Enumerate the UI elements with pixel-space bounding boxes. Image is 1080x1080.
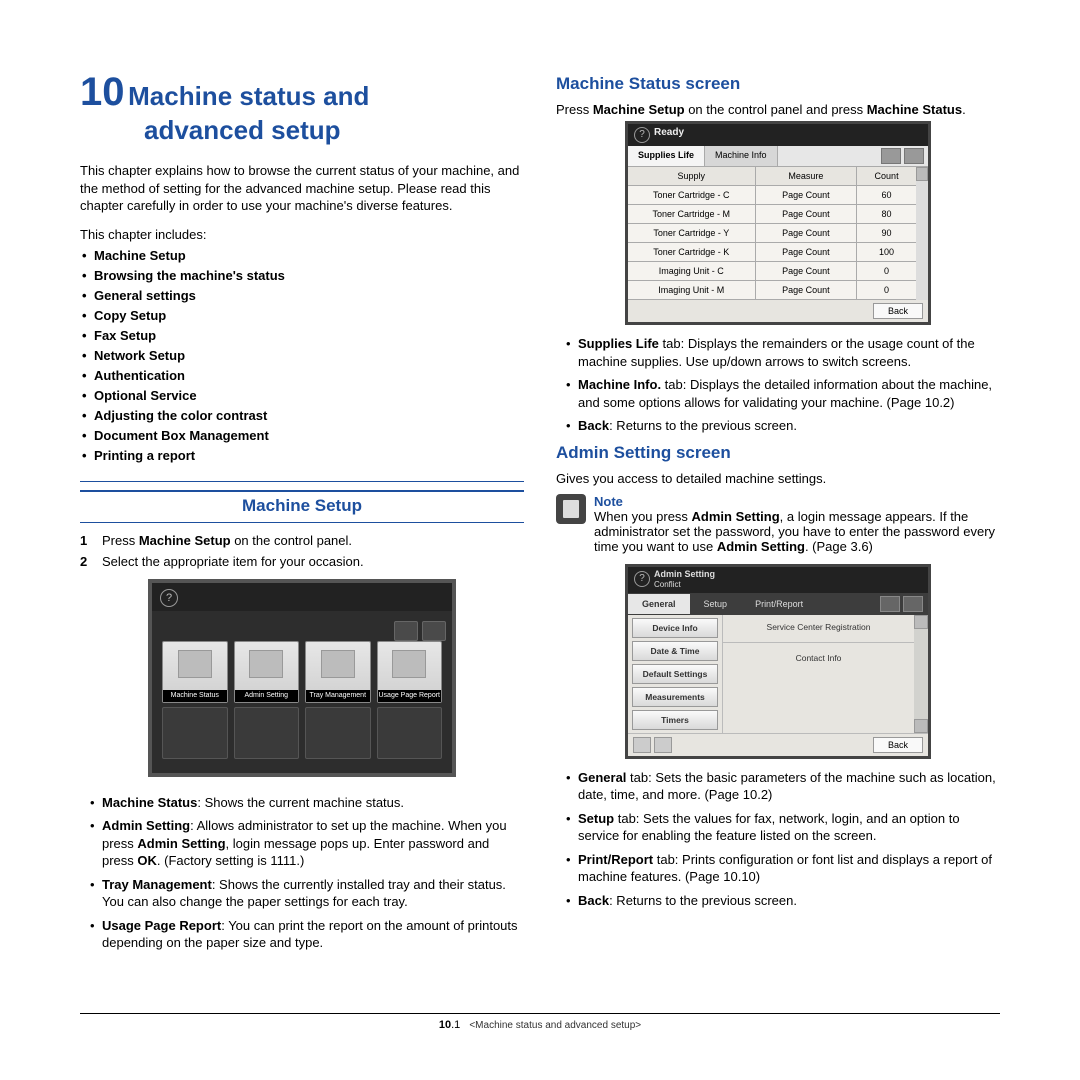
table-row: Toner Cartridge - KPage Count100 xyxy=(628,243,916,262)
footer-buttons xyxy=(633,737,672,753)
side-timers: Timers xyxy=(632,710,718,730)
scrollbar xyxy=(914,615,928,733)
toc-item[interactable]: Adjusting the color contrast xyxy=(94,408,524,423)
list-item: Machine Status: Shows the current machin… xyxy=(102,794,524,812)
machine-setup-bullets: Machine Status: Shows the current machin… xyxy=(80,794,524,952)
help-icon: ? xyxy=(634,127,650,143)
steps-list: 1 Press Machine Setup on the control pan… xyxy=(80,533,524,569)
toc-item[interactable]: Browsing the machine's status xyxy=(94,268,524,283)
status-ready: Ready xyxy=(654,127,684,138)
note-title: Note xyxy=(594,494,1000,509)
help-icon: ? xyxy=(634,571,650,587)
list-item: Usage Page Report: You can print the rep… xyxy=(102,917,524,952)
toc-item[interactable]: Authentication xyxy=(94,368,524,383)
chapter-intro: This chapter explains how to browse the … xyxy=(80,162,524,215)
step-1: 1 Press Machine Setup on the control pan… xyxy=(102,533,524,548)
tile-machine-status: Machine Status xyxy=(162,641,228,703)
admin-setting-screenshot: ? Admin Setting Conflict General Setup P… xyxy=(625,564,931,759)
table-row: Toner Cartridge - MPage Count80 xyxy=(628,205,916,224)
list-item: Setup tab: Sets the values for fax, netw… xyxy=(578,810,1000,845)
note-block: Note When you press Admin Setting, a log… xyxy=(556,494,1000,554)
side-default-settings: Default Settings xyxy=(632,664,718,684)
page-number-major: 10 xyxy=(439,1019,451,1031)
tile-tray-management: Tray Management xyxy=(305,641,371,703)
admin-title: Admin Setting xyxy=(654,569,715,579)
list-item: Supplies Life tab: Displays the remainde… xyxy=(578,335,1000,370)
page-footer: 10.1 <Machine status and advanced setup> xyxy=(80,1013,1000,1031)
scrollbar xyxy=(916,167,928,300)
toc-item[interactable]: Copy Setup xyxy=(94,308,524,323)
tile-usage-report: Usage Page Report xyxy=(377,641,443,703)
page-number-minor: .1 xyxy=(451,1019,460,1031)
section-heading: Machine Setup xyxy=(80,490,524,516)
admin-item: Service Center Registration xyxy=(723,618,914,636)
side-date-time: Date & Time xyxy=(632,641,718,661)
chapter-name-l2: advanced setup xyxy=(144,115,341,145)
toc-item[interactable]: Network Setup xyxy=(94,348,524,363)
header-buttons xyxy=(875,593,928,615)
list-item: Admin Setting: Allows administrator to s… xyxy=(102,817,524,870)
admin-item: Contact Info xyxy=(723,649,914,667)
table-row: Toner Cartridge - YPage Count90 xyxy=(628,224,916,243)
help-icon: ? xyxy=(160,589,178,607)
toc-item[interactable]: Printing a report xyxy=(94,448,524,463)
list-item: Back: Returns to the previous screen. xyxy=(578,892,1000,910)
toc-item[interactable]: Machine Setup xyxy=(94,248,524,263)
toc-list: Machine Setup Browsing the machine's sta… xyxy=(80,248,524,463)
chapter-name-l1: Machine status and xyxy=(128,81,369,111)
toc-label: This chapter includes: xyxy=(80,227,524,242)
tab-general: General xyxy=(628,594,690,614)
tab-supplies-life: Supplies Life xyxy=(628,146,705,166)
toc-item[interactable]: Document Box Management xyxy=(94,428,524,443)
machine-status-screenshot: ? Ready Supplies Life Machine Info Suppl… xyxy=(625,121,931,325)
footer-title: <Machine status and advanced setup> xyxy=(469,1020,641,1031)
subheading-admin-setting: Admin Setting screen xyxy=(556,443,1000,463)
header-buttons xyxy=(877,146,928,166)
toc-item[interactable]: General settings xyxy=(94,288,524,303)
tab-machine-info: Machine Info xyxy=(705,146,778,166)
machine-setup-screenshot: ? Machine Status Admin Setting Tray Mana… xyxy=(148,579,456,777)
machine-status-bullets: Supplies Life tab: Displays the remainde… xyxy=(556,335,1000,435)
subheading-machine-status: Machine Status screen xyxy=(556,74,1000,94)
toc-item[interactable]: Optional Service xyxy=(94,388,524,403)
list-item: General tab: Sets the basic parameters o… xyxy=(578,769,1000,804)
admin-side-menu: Device Info Date & Time Default Settings… xyxy=(628,615,722,733)
machine-status-lead: Press Machine Setup on the control panel… xyxy=(556,102,1000,117)
back-button: Back xyxy=(873,737,923,753)
toc-item[interactable]: Fax Setup xyxy=(94,328,524,343)
admin-setting-bullets: General tab: Sets the basic parameters o… xyxy=(556,769,1000,910)
admin-subtitle: Conflict xyxy=(654,580,681,589)
table-row: Imaging Unit - MPage Count0 xyxy=(628,281,916,300)
tab-print-report: Print/Report xyxy=(741,594,817,614)
list-item: Machine Info. tab: Displays the detailed… xyxy=(578,376,1000,411)
tab-setup: Setup xyxy=(690,594,742,614)
chapter-number: 10 xyxy=(80,70,125,114)
note-icon xyxy=(556,494,586,524)
tile-admin-setting: Admin Setting xyxy=(234,641,300,703)
table-row: Toner Cartridge - CPage Count60 xyxy=(628,186,916,205)
chapter-heading: 10 Machine status and advanced setup xyxy=(80,70,524,146)
note-body: When you press Admin Setting, a login me… xyxy=(594,509,1000,554)
admin-setting-lead: Gives you access to detailed machine set… xyxy=(556,471,1000,486)
side-measurements: Measurements xyxy=(632,687,718,707)
list-item: Back: Returns to the previous screen. xyxy=(578,417,1000,435)
back-button: Back xyxy=(873,303,923,319)
section-heading-rule: Machine Setup xyxy=(80,481,524,523)
list-item: Tray Management: Shows the currently ins… xyxy=(102,876,524,911)
table-row: Imaging Unit - CPage Count0 xyxy=(628,262,916,281)
list-item: Print/Report tab: Prints configuration o… xyxy=(578,851,1000,886)
step-2: 2 Select the appropriate item for your o… xyxy=(102,554,524,569)
table-header: Supply Measure Count xyxy=(628,167,916,186)
side-device-info: Device Info xyxy=(632,618,718,638)
top-buttons xyxy=(394,621,446,641)
